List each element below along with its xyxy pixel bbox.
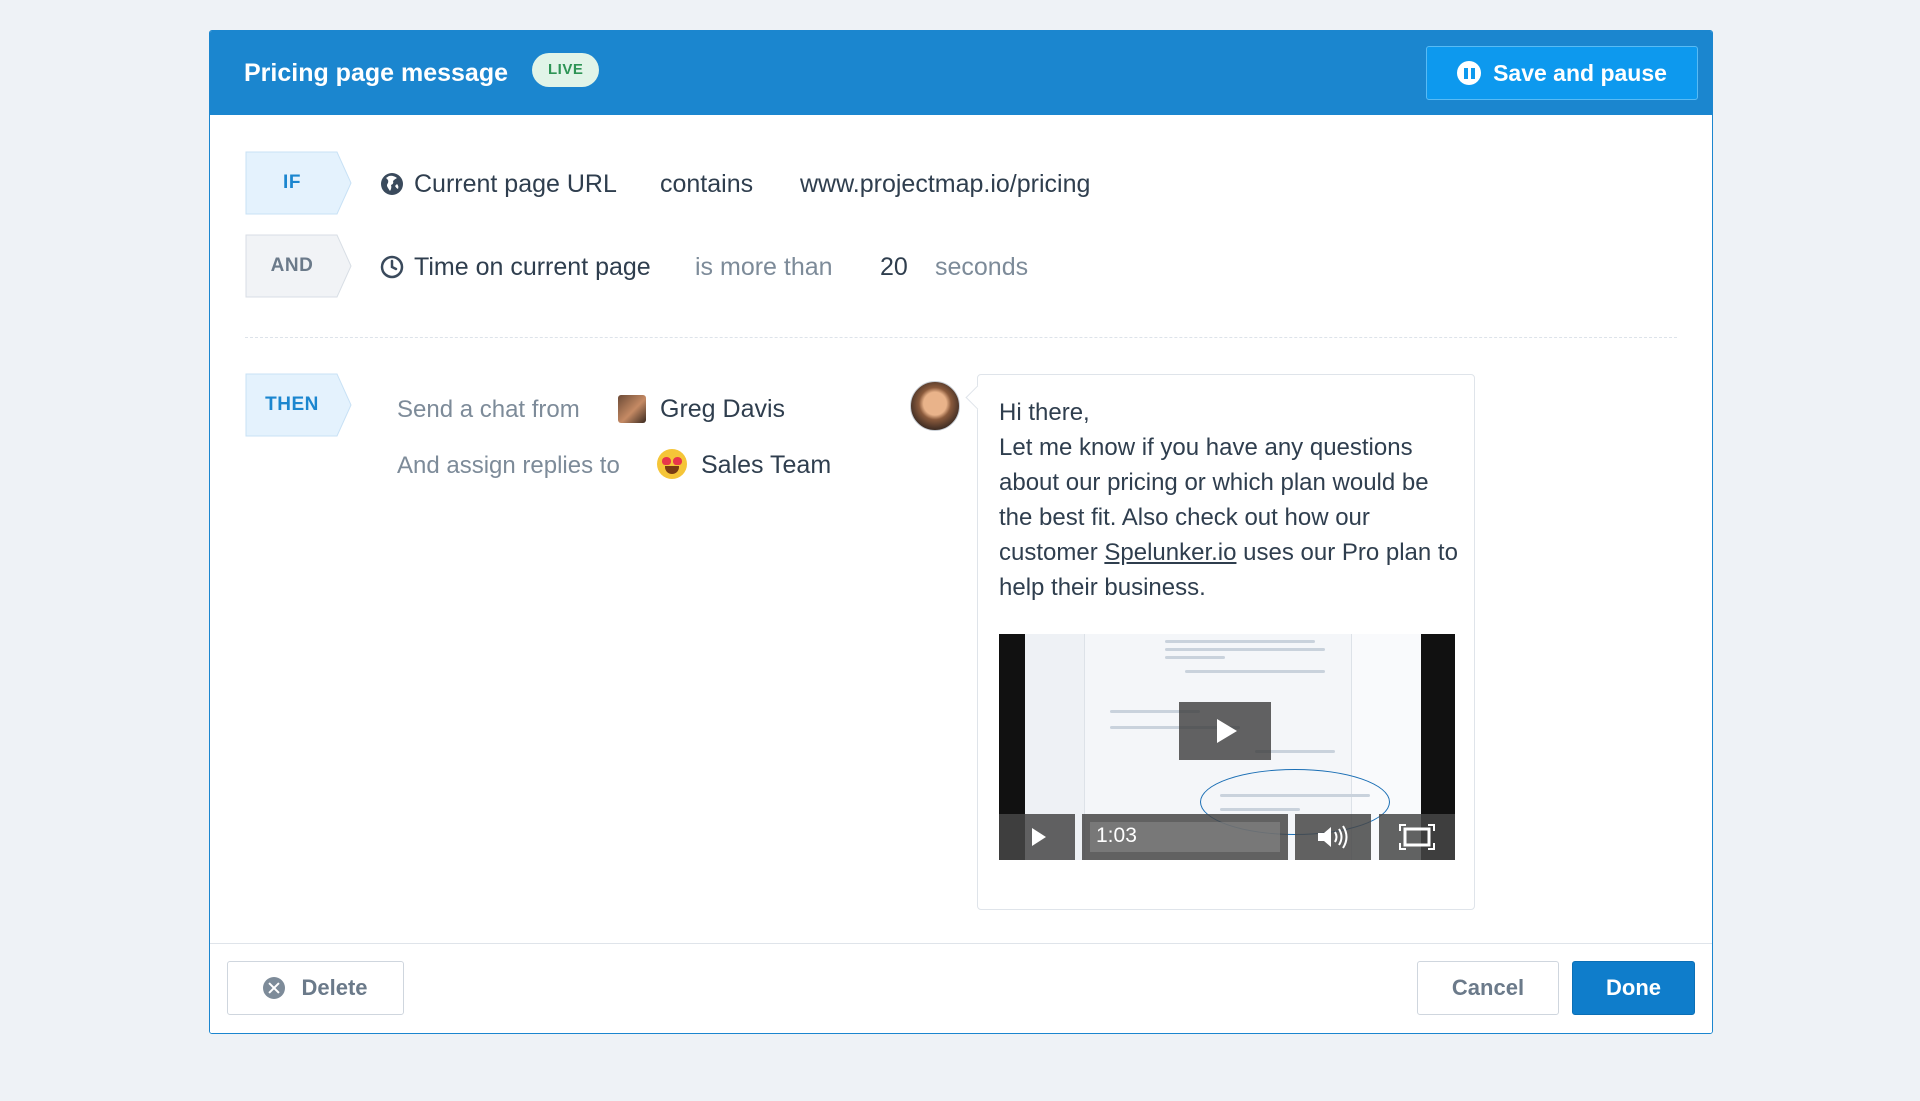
if-operator[interactable]: contains — [660, 170, 753, 199]
and-attribute[interactable]: Time on current page — [414, 253, 651, 282]
modal-footer: Delete Cancel Done — [210, 943, 1712, 1033]
message-text: Hi there, Let me know if you have any qu… — [999, 395, 1459, 605]
sender-name[interactable]: Greg Davis — [660, 395, 785, 424]
delete-button[interactable]: Delete — [227, 961, 404, 1015]
cancel-button[interactable]: Cancel — [1417, 961, 1559, 1015]
play-icon — [1032, 828, 1046, 846]
and-tag: AND — [245, 234, 353, 298]
if-tag: IF — [245, 151, 353, 215]
then-tag-label: THEN — [265, 394, 319, 415]
message-preview[interactable]: Hi there, Let me know if you have any qu… — [977, 374, 1475, 910]
video-duration: 1:03 — [1096, 824, 1137, 847]
close-circle-icon — [263, 977, 286, 999]
video-play-button[interactable] — [999, 814, 1075, 860]
clock-icon — [380, 255, 404, 279]
video-play-overlay-button[interactable] — [1179, 702, 1271, 760]
assign-replies-label: And assign replies to — [397, 452, 620, 479]
fullscreen-icon — [1399, 824, 1435, 850]
volume-button[interactable] — [1295, 814, 1371, 860]
if-attribute[interactable]: Current page URL — [414, 170, 617, 199]
video-player[interactable]: 1:03 — [999, 634, 1455, 860]
and-operator[interactable]: is more than — [695, 253, 833, 282]
save-and-pause-button[interactable]: Save and pause — [1426, 46, 1698, 100]
status-badge: LIVE — [532, 53, 600, 87]
customer-link[interactable]: Spelunker.io — [1104, 539, 1236, 566]
then-tag: THEN — [245, 373, 353, 437]
section-divider — [245, 337, 1677, 338]
if-tag-label: IF — [283, 172, 301, 193]
video-progress-bar[interactable]: 1:03 — [1082, 814, 1288, 860]
send-chat-label: Send a chat from — [397, 396, 580, 423]
message-editor-modal: Pricing page message LIVE Save and pause… — [209, 30, 1713, 1034]
globe-icon — [381, 173, 403, 195]
done-button[interactable]: Done — [1572, 961, 1695, 1015]
play-icon — [1217, 719, 1237, 743]
modal-header: Pricing page message LIVE Save and pause — [210, 31, 1712, 115]
and-unit: seconds — [935, 253, 1029, 281]
fullscreen-button[interactable] — [1379, 814, 1455, 860]
if-value[interactable]: www.projectmap.io/pricing — [800, 170, 1090, 199]
heart-eyes-emoji-icon — [657, 449, 687, 479]
assignee-name[interactable]: Sales Team — [701, 451, 831, 480]
video-controls: 1:03 — [999, 814, 1455, 860]
volume-icon — [1318, 825, 1348, 849]
message-greeting: Hi there, — [999, 399, 1090, 426]
pause-icon — [1457, 61, 1482, 85]
and-value[interactable]: 20 — [880, 253, 908, 282]
sender-avatar — [618, 395, 646, 423]
page-title: Pricing page message — [244, 59, 509, 87]
sender-avatar-large — [910, 381, 960, 431]
and-tag-label: AND — [270, 255, 314, 276]
save-and-pause-label: Save and pause — [1493, 59, 1667, 86]
delete-label: Delete — [301, 975, 368, 1000]
